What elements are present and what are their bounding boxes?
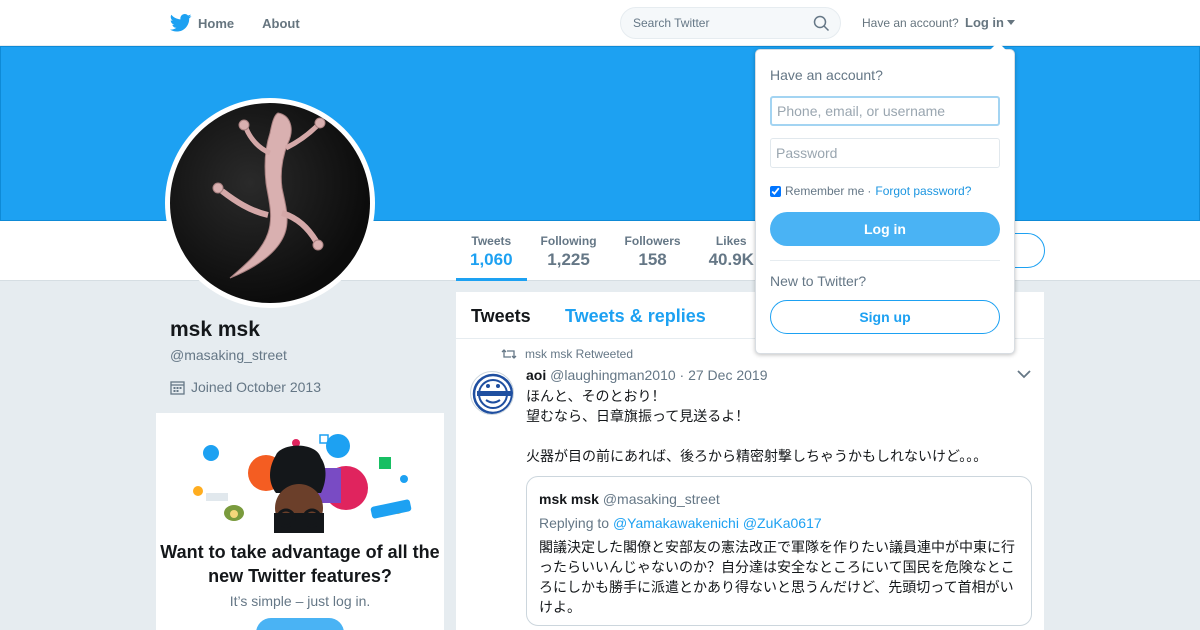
profile-stats: Tweets 1,060 Following 1,225 Followers 1… [456,221,768,281]
login-menu-label: Log in [965,15,1004,30]
promo-title: Want to take advantage of all the new Tw… [160,542,440,586]
nav-about[interactable]: About [262,16,300,31]
replying-to-handles[interactable]: @Yamakawakenichi @ZuKa0617 [613,515,822,531]
twitter-bird-icon [170,14,192,32]
profile-joined: Joined October 2013 [170,379,321,395]
stat-following-label: Following [540,234,597,248]
laughing-man-logo [472,373,513,414]
avatar-image [170,103,370,303]
dropdown-divider [770,260,1000,261]
login-button[interactable]: Log in [770,212,1000,246]
tab-tweets-and-replies[interactable]: Tweets & replies [565,306,706,327]
stat-tweets-label: Tweets [471,234,512,248]
stat-following-value: 1,225 [547,250,590,269]
retweet-icon [501,349,517,359]
stat-followers-label: Followers [624,234,681,248]
quoted-replying-to: Replying to @Yamakawakenichi @ZuKa0617 [539,515,822,531]
tweet-author-handle[interactable]: @laughingman2010 [550,367,676,383]
profile-joined-text: Joined October 2013 [191,379,321,395]
tab-tweets[interactable]: Tweets [471,306,531,327]
chevron-down-icon[interactable] [1017,370,1031,379]
tweet-date[interactable]: · 27 Dec 2019 [680,367,768,383]
nav-home[interactable]: Home [170,14,234,32]
remember-separator: · [867,184,872,198]
stat-likes-label: Likes [715,234,747,248]
gecko-image [212,112,326,279]
stat-following[interactable]: Following 1,225 [527,221,611,281]
stat-likes-value: 40.9K [708,250,754,269]
search-icon[interactable] [813,15,830,32]
have-account-text: Have an account? [862,16,959,30]
stat-tweets-value: 1,060 [470,250,513,269]
tweet-author-avatar[interactable] [470,371,514,415]
retweet-label[interactable]: msk msk Retweeted [525,347,633,361]
login-promo-card: Want to take advantage of all the new Tw… [156,413,444,630]
forgot-password-link[interactable]: Forgot password? [875,184,971,198]
tweet-header: aoi @laughingman2010 · 27 Dec 2019 [526,367,768,383]
quoted-author-name: msk msk [539,491,599,507]
login-dropdown: Have an account? Remember me · Forgot pa… [755,42,1015,354]
quoted-tweet-text: 閣議決定した閣僚と安部友の憲法改正で軍隊を作りたい議員連中が中東に行ったらいいん… [539,539,1015,615]
top-navigation-bar: Home About Search Twitter Have an accoun… [0,0,1200,46]
remember-row: Remember me · Forgot password? [770,184,971,198]
replying-prefix: Replying to [539,515,610,531]
profile-avatar[interactable] [165,98,375,308]
quoted-tweet-header: msk msk @masaking_street [539,491,720,507]
remember-me-checkbox[interactable] [770,185,781,197]
password-field[interactable] [770,138,1000,168]
dropdown-title: Have an account? [770,67,883,83]
stat-followers-value: 158 [638,250,667,269]
stat-tweets[interactable]: Tweets 1,060 [456,221,527,281]
signup-button[interactable]: Sign up [770,300,1000,334]
caret-down-icon [1007,20,1015,25]
remember-me-label[interactable]: Remember me [785,184,864,198]
profile-handle[interactable]: @masaking_street [170,347,287,363]
retweet-indicator: msk msk Retweeted [501,347,633,361]
promo-subtitle: It’s simple – just log in. [229,593,371,609]
nav-about-label: About [262,15,300,31]
search-placeholder: Search Twitter [633,16,710,30]
nav-home-label: Home [198,15,235,31]
login-menu-toggle[interactable]: Log in [965,15,1015,30]
quoted-author-handle: @masaking_street [602,491,720,507]
calendar-icon [170,380,185,395]
promo-illustration [193,434,412,533]
tweet-text: ほんと、そのとおり！ 望むなら、日章旗振って見送るよ！ 火器が目の前にあれば、後… [526,388,988,464]
search-input[interactable]: Search Twitter [620,7,841,39]
tweet-author-name[interactable]: aoi [526,367,546,383]
nav-left: Home About [170,0,328,46]
profile-name: msk msk [170,318,260,341]
quoted-tweet[interactable]: msk msk @masaking_street Replying to @Ya… [526,476,1032,626]
username-field[interactable] [770,96,1000,126]
stat-followers[interactable]: Followers 158 [611,221,695,281]
promo-login-button[interactable] [256,618,344,630]
new-to-twitter-text: New to Twitter? [770,273,867,289]
